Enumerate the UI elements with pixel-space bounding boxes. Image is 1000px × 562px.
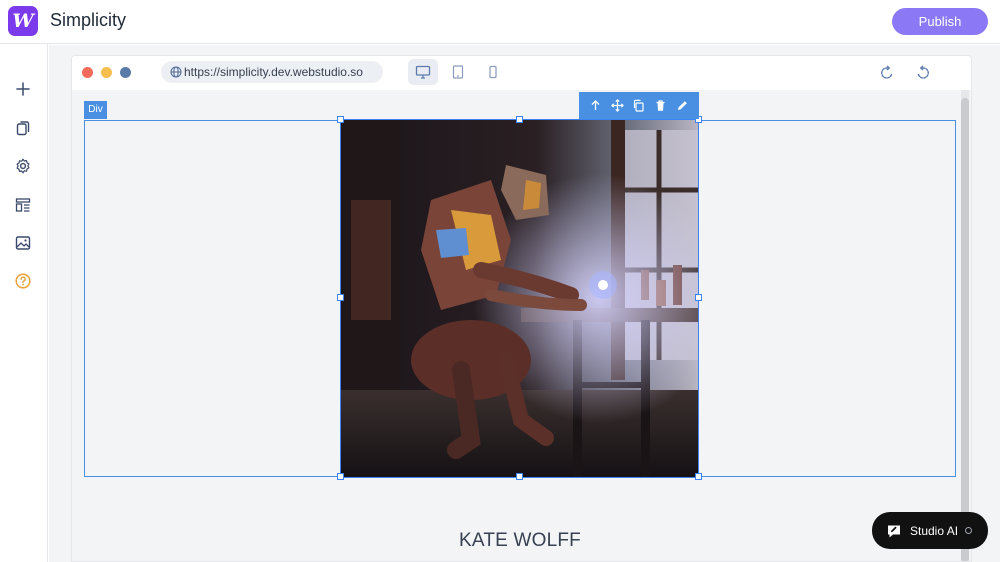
tablet-view-button[interactable]: [443, 59, 473, 85]
image-selection-outline: [340, 119, 699, 478]
app-root: W Simplicity Publish https://simplicity.…: [0, 0, 1000, 562]
top-bar: W Simplicity Publish: [0, 0, 1000, 44]
resize-handle-right[interactable]: [695, 294, 702, 301]
maximize-dot: [120, 67, 131, 78]
redo-icon: [917, 65, 929, 79]
delete-button[interactable]: [653, 98, 669, 114]
resize-handle-bottom-left[interactable]: [337, 473, 344, 480]
undo-button[interactable]: [874, 60, 900, 86]
layout-icon[interactable]: [12, 194, 34, 216]
status-indicator: [965, 527, 973, 534]
edit-icon: [677, 101, 687, 110]
ai-chat-icon: [888, 525, 900, 537]
duplicate-button[interactable]: [631, 98, 647, 114]
studio-ai-label: Studio AI: [910, 523, 959, 538]
duplicate-icon: [634, 99, 645, 112]
arrow-up-icon: [591, 100, 600, 110]
redo-button[interactable]: [910, 60, 936, 86]
browser-bar: https://simplicity.dev.webstudio.so: [72, 56, 971, 90]
image-icon[interactable]: [12, 232, 34, 254]
minimize-dot: [101, 67, 112, 78]
move-icon: [611, 99, 624, 112]
url-bar[interactable]: https://simplicity.dev.webstudio.so: [161, 61, 383, 83]
resize-handle-bottom[interactable]: [516, 473, 523, 480]
settings-icon[interactable]: [12, 155, 34, 177]
select-parent-button[interactable]: [588, 98, 604, 114]
undo-icon: [881, 65, 893, 79]
selected-element-tag: Div: [84, 101, 107, 119]
mobile-view-button[interactable]: [478, 59, 508, 85]
resize-handle-left[interactable]: [337, 294, 344, 301]
close-dot: [82, 67, 93, 78]
resize-handle-bottom-right[interactable]: [695, 473, 702, 480]
tablet-icon: [452, 65, 464, 79]
plus-icon[interactable]: [12, 78, 34, 100]
studio-ai-button[interactable]: Studio AI: [872, 512, 988, 549]
resize-handle-top-left[interactable]: [337, 116, 344, 123]
pages-icon[interactable]: [12, 117, 34, 139]
resize-handle-top[interactable]: [516, 116, 523, 123]
page-heading[interactable]: KATE WOLFF: [420, 530, 620, 552]
url-text: https://simplicity.dev.webstudio.so: [184, 65, 363, 79]
edit-button[interactable]: [674, 98, 690, 114]
project-title: Simplicity: [50, 10, 127, 30]
globe-icon: [170, 66, 182, 78]
scrollbar[interactable]: [961, 98, 969, 561]
help-icon[interactable]: [12, 270, 34, 292]
element-action-toolbar: [579, 92, 699, 119]
mobile-icon: [489, 65, 497, 79]
desktop-view-button[interactable]: [408, 59, 438, 85]
desktop-icon: [415, 65, 431, 79]
left-sidebar: [0, 44, 48, 562]
publish-button[interactable]: Publish: [892, 8, 988, 35]
move-button[interactable]: [609, 98, 625, 114]
trash-icon: [656, 100, 665, 111]
webstudio-logo[interactable]: W: [8, 6, 38, 36]
